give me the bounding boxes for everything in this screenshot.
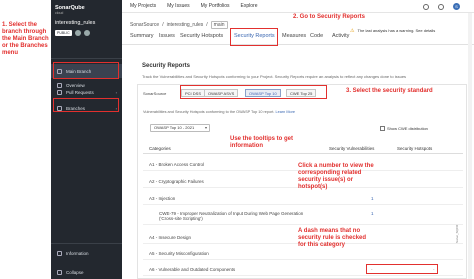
project-tabs: Summary Issues Security Hotspots Securit… <box>122 30 474 45</box>
annotation-standard: 3. Select the security standard <box>346 88 433 94</box>
nav-my-projects[interactable]: My Projects <box>130 3 156 9</box>
annotation-security-reports: 2. Go to Security Reports <box>293 14 366 20</box>
vulnerability-count[interactable]: 1 <box>371 196 374 201</box>
reports-description: Track the Vulnerabilities and Security H… <box>142 74 407 79</box>
avatar[interactable]: S <box>453 3 460 10</box>
table-row: A5 - Security Misconfiguration <box>143 248 463 260</box>
side-label: Sonar_SQCR <box>455 224 459 243</box>
sidebar-item-label: Pull Requests <box>66 89 94 95</box>
annotation-tooltips: Use the tooltips to get information <box>230 136 293 149</box>
collapse-icon <box>57 269 62 275</box>
brand-sub: cloud <box>55 11 64 15</box>
tab-summary[interactable]: Summary <box>130 33 154 39</box>
row-category: A1 - Broken Access Control <box>149 162 205 167</box>
sidebar: SonarQube cloud interesting_rules PUBLIC… <box>51 0 122 279</box>
col-hotspots[interactable]: Security Hotspots <box>397 146 432 151</box>
notifications-icon[interactable] <box>423 3 429 10</box>
table-header: Categories Security Vulnerabilities Secu… <box>143 145 463 154</box>
table-row: A3 - Injection 1 <box>143 193 463 205</box>
chevron-down-icon: ▾ <box>204 125 207 130</box>
annotation-highlight <box>230 28 278 46</box>
chevron-right-icon: › <box>115 89 117 95</box>
tab-measures[interactable]: Measures <box>282 33 306 39</box>
sidebar-item-collapse[interactable]: Collapse <box>51 265 122 279</box>
breadcrumb-project[interactable]: interesting_rules <box>167 22 204 28</box>
col-categories: Categories <box>149 146 171 151</box>
public-badge: PUBLIC <box>55 30 72 36</box>
vulnerability-count[interactable]: 1 <box>371 211 374 216</box>
standard-version-select[interactable]: OWASP Top 10 - 2021 ▾ <box>150 124 210 132</box>
cwe-checkbox[interactable] <box>380 126 385 131</box>
col-vulnerabilities[interactable]: Security Vulnerabilities <box>329 146 374 151</box>
top-nav-right: S <box>423 3 460 10</box>
sidebar-item-pull-requests[interactable]: Pull Requests › <box>51 85 122 99</box>
annotation-highlight <box>180 85 327 99</box>
standard-version-value: OWASP Top 10 - 2021 <box>154 125 195 130</box>
divider <box>51 243 122 244</box>
annotation-branch: 1. Select the branch through the Main Br… <box>2 22 49 56</box>
nav-explore[interactable]: Explore <box>241 3 258 9</box>
annotation-dash: A dash means that no security rule is ch… <box>298 228 367 248</box>
breadcrumb-branch[interactable]: main <box>210 21 228 29</box>
learn-more-link[interactable]: Learn More <box>276 110 295 114</box>
info-icon <box>57 250 62 256</box>
pull-request-icon <box>57 89 62 95</box>
sonarsource-label[interactable]: SonarSource <box>143 91 166 96</box>
nav-my-portfolios[interactable]: My Portfolios <box>201 3 230 9</box>
github-icon[interactable] <box>74 30 81 36</box>
breadcrumb-org[interactable]: SonarSource <box>130 22 159 28</box>
tab-code[interactable]: Code <box>310 33 323 39</box>
tab-activity[interactable]: Activity <box>332 33 349 39</box>
breadcrumb-sep: / <box>162 22 164 28</box>
cwe-toggle-label: Show CWE distribution <box>387 126 428 131</box>
top-nav: My Projects My Issues My Portfolios Expl… <box>122 0 474 13</box>
breadcrumb: SonarSource / interesting_rules / main <box>130 21 228 29</box>
nav-my-issues[interactable]: My Issues <box>167 3 190 9</box>
annotation-highlight <box>53 62 119 79</box>
star-icon[interactable] <box>83 30 90 36</box>
tab-issues[interactable]: Issues <box>159 33 175 39</box>
help-icon[interactable] <box>438 3 444 10</box>
breadcrumb-sep: / <box>206 22 208 28</box>
cwe-distribution-toggle[interactable]: Show CWE distribution <box>380 126 428 131</box>
table-row: CWE-79 - Improper Neutralization of Inpu… <box>143 208 463 225</box>
tab-security-hotspots[interactable]: Security Hotspots <box>180 33 223 39</box>
standard-description-text: Vulnerabilities and Security Hotspots co… <box>143 110 275 114</box>
sidebar-item-label: Information <box>66 250 89 256</box>
row-category: A2 - Cryptographic Failures <box>149 179 204 184</box>
sidebar-item-information[interactable]: Information <box>51 246 122 260</box>
row-category: A5 - Security Misconfiguration <box>149 251 209 256</box>
annotation-click-number: Click a number to view the corresponding… <box>298 163 374 190</box>
project-name[interactable]: interesting_rules <box>55 20 95 26</box>
sidebar-item-label: Collapse <box>66 269 84 275</box>
project-badges: PUBLIC <box>55 30 90 36</box>
row-category: A4 - Insecure Design <box>149 235 192 240</box>
row-category: CWE-79 - Improper Neutralization of Inpu… <box>159 211 304 221</box>
annotation-highlight <box>53 98 119 112</box>
page-title: Security Reports <box>142 63 191 69</box>
divider <box>51 58 122 59</box>
annotation-highlight <box>366 264 438 274</box>
standard-description: Vulnerabilities and Security Hotspots co… <box>143 110 295 114</box>
row-category: A3 - Injection <box>149 196 176 201</box>
row-category: A6 - Vulnerable and Outdated Components <box>149 267 236 272</box>
scrollbar[interactable] <box>468 13 472 279</box>
